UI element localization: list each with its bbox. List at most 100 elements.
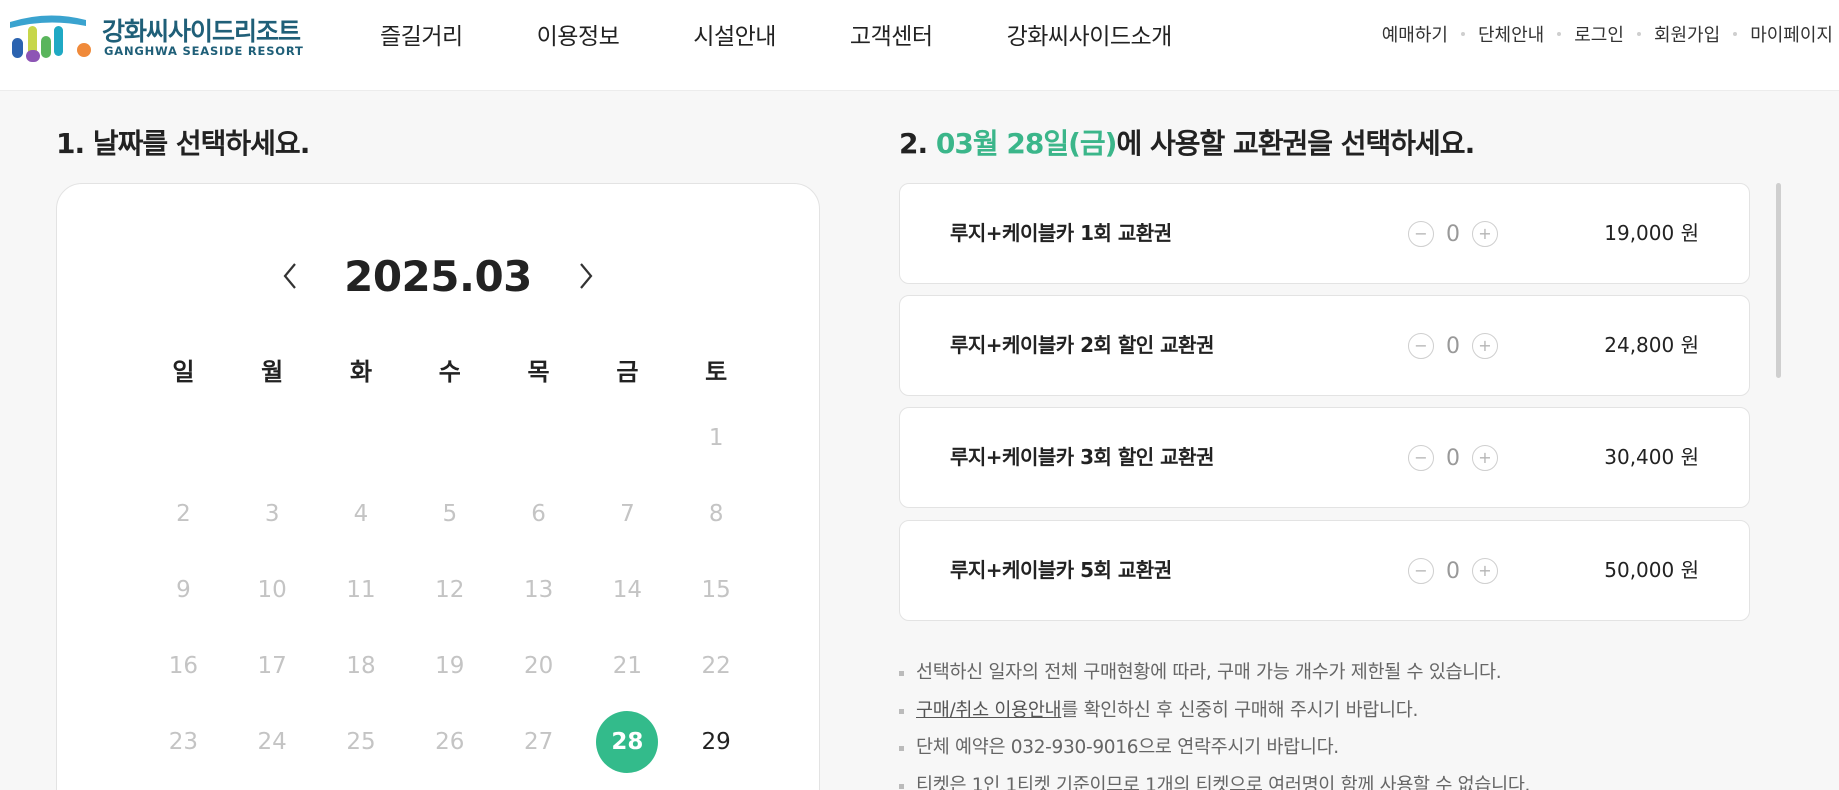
calendar-month-label: 2025.03: [344, 251, 532, 301]
minus-icon: −: [1414, 448, 1428, 467]
quantity-value: 0: [1446, 333, 1460, 359]
calendar-day-number: 14: [612, 577, 643, 603]
ticket-price: 24,800 원: [1604, 333, 1699, 357]
prev-month-button[interactable]: [272, 258, 308, 294]
calendar-day-number: 19: [435, 653, 465, 679]
calendar-day-number: 21: [612, 653, 643, 679]
calendar-week-row: 9 10 11 12 13 14 15: [139, 552, 761, 628]
notice-item: 티켓은 1인 1티켓 기준이므로 1개의 티켓으로 여러명이 함께 사용할 수 …: [899, 771, 1759, 790]
util-separator: [1733, 32, 1738, 36]
chevron-right-icon: [580, 263, 593, 289]
calendar-day-number: 16: [168, 653, 199, 679]
weekday-label: 수: [438, 358, 461, 386]
util-separator: [1557, 32, 1562, 36]
minus-button[interactable]: −: [1408, 558, 1434, 584]
weekday-label: 일: [172, 358, 195, 386]
calendar-day-disabled: 6: [494, 483, 583, 545]
minus-button[interactable]: −: [1408, 221, 1434, 247]
ticket-name: 루지+케이블카 3회 할인 교환권: [950, 445, 1214, 469]
calendar-week-row: 1: [139, 400, 761, 476]
calendar-week-row: 16 17 18 19 20 21 22: [139, 628, 761, 704]
calendar-day-number: 8: [708, 501, 724, 527]
quantity-value: 0: [1446, 445, 1460, 471]
minus-icon: −: [1414, 561, 1428, 580]
calendar-week-row: 2 3 4 5 6 7 8: [139, 476, 761, 552]
minus-button[interactable]: −: [1408, 445, 1434, 471]
plus-button[interactable]: +: [1472, 445, 1498, 471]
calendar-day-disabled: 17: [228, 635, 317, 697]
calendar-day-number: 5: [442, 501, 458, 527]
chevron-left-icon: [283, 263, 296, 289]
calendar-day-disabled: 2: [139, 483, 228, 545]
calendar-empty-cell: [228, 407, 317, 469]
calendar-day-disabled: 20: [494, 635, 583, 697]
calendar-day-disabled: 4: [317, 483, 406, 545]
plus-icon: +: [1478, 224, 1492, 243]
main-nav: 즐길거리 이용정보 시설안내 고객센터 강화씨사이드소개: [380, 0, 1246, 68]
calendar-day-selected[interactable]: 28: [583, 711, 672, 773]
step2-prefix: 2.: [899, 127, 936, 160]
plus-icon: +: [1478, 448, 1492, 467]
calendar-day-number: 13: [523, 577, 554, 603]
util-link-signup[interactable]: 회원가입: [1654, 21, 1720, 47]
plus-button[interactable]: +: [1472, 221, 1498, 247]
calendar-day-number: 3: [264, 501, 280, 527]
quantity-stepper: −0 +: [1408, 220, 1498, 248]
step1-title: 1. 날짜를 선택하세요.: [56, 127, 310, 160]
site-header: 강화씨사이드리조트 GANGHWA SEASIDE RESORT 즐길거리 이용…: [0, 0, 1839, 91]
site-logo[interactable]: 강화씨사이드리조트 GANGHWA SEASIDE RESORT: [4, 8, 303, 64]
logo-name-en: GANGHWA SEASIDE RESORT: [104, 44, 304, 58]
calendar-week-row: 23 24 25 26 27 28 29: [139, 704, 761, 780]
calendar-day-number: 26: [435, 729, 465, 755]
calendar-day-available[interactable]: 29: [672, 711, 761, 773]
plus-icon: +: [1478, 336, 1492, 355]
minus-button[interactable]: −: [1408, 333, 1434, 359]
calendar-empty-cell: [139, 407, 228, 469]
ticket-name: 루지+케이블카 2회 할인 교환권: [950, 333, 1214, 357]
calendar-day-disabled: 10: [228, 559, 317, 621]
calendar-day-disabled: 23: [139, 711, 228, 773]
calendar-day-number: 10: [257, 577, 287, 603]
nav-item-about[interactable]: 강화씨사이드소개: [1007, 17, 1173, 51]
calendar-day-number: 22: [701, 653, 731, 679]
quantity-stepper: −0 +: [1408, 332, 1498, 360]
quantity-value: 0: [1446, 221, 1460, 247]
calendar-day-number: 11: [346, 577, 376, 603]
calendar-day-disabled: 8: [672, 483, 761, 545]
plus-icon: +: [1478, 561, 1492, 580]
weekday-header-row: 일월화수목금토: [139, 354, 761, 390]
calendar-day-number: 20: [523, 653, 554, 679]
calendar-day-disabled: 25: [317, 711, 406, 773]
util-link-booking[interactable]: 예매하기: [1382, 21, 1448, 47]
purchase-cancel-guide-link[interactable]: 구매/취소 이용안내: [916, 700, 1062, 721]
calendar-day-disabled: 7: [583, 483, 672, 545]
calendar-day-disabled: 27: [494, 711, 583, 773]
util-link-login[interactable]: 로그인: [1574, 21, 1624, 47]
calendar-day-disabled: 24: [228, 711, 317, 773]
calendar-day-disabled: 12: [405, 559, 494, 621]
weekday-label: 금: [616, 358, 639, 386]
calendar-day-number: 17: [257, 653, 287, 679]
minus-icon: −: [1414, 336, 1428, 355]
nav-item-usage-info[interactable]: 이용정보: [537, 17, 620, 51]
calendar-day-disabled: 3: [228, 483, 317, 545]
next-month-button[interactable]: [568, 258, 604, 294]
ticket-item: 루지+케이블카 3회 할인 교환권 −0 +30,400 원: [899, 407, 1750, 508]
step2-selected-date: 03월 28일(금): [935, 127, 1118, 160]
calendar-day-number: 12: [435, 577, 465, 603]
nav-item-fun[interactable]: 즐길거리: [380, 17, 463, 51]
plus-button[interactable]: +: [1472, 558, 1498, 584]
nav-item-customer-center[interactable]: 고객센터: [850, 17, 933, 51]
util-link-group[interactable]: 단체안내: [1478, 21, 1544, 47]
util-link-mypage[interactable]: 마이페이지: [1750, 21, 1833, 47]
calendar-empty-cell: [494, 407, 583, 469]
utility-nav: 예매하기 단체안내 로그인 회원가입 마이페이지: [1382, 0, 1833, 68]
calendar-day-number: 7: [620, 501, 635, 527]
nav-item-facilities[interactable]: 시설안내: [693, 17, 776, 51]
plus-button[interactable]: +: [1472, 333, 1498, 359]
calendar-day-disabled: 16: [139, 635, 228, 697]
logo-mark-icon: [10, 15, 91, 62]
ticket-list-scrollbar[interactable]: [1776, 183, 1781, 378]
calendar-day-disabled: 5: [405, 483, 494, 545]
logo-name-ko: 강화씨사이드리조트: [102, 17, 301, 46]
